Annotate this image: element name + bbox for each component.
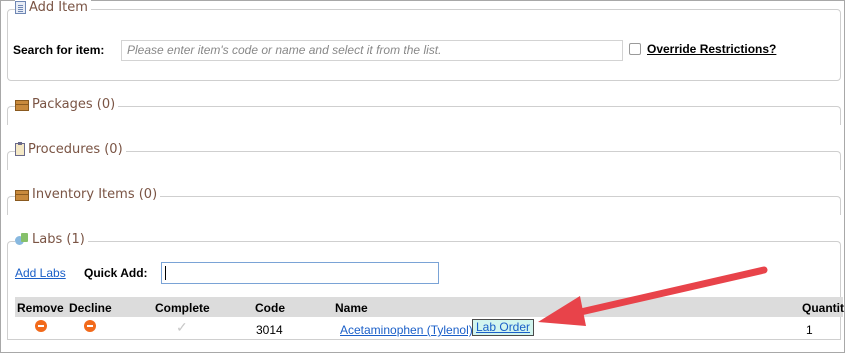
- add-labs-link[interactable]: Add Labs: [15, 266, 66, 280]
- header-decline: Decline: [69, 301, 112, 315]
- packages-legend[interactable]: Packages (0): [15, 97, 119, 112]
- header-name: Name: [335, 301, 368, 315]
- package-icon: [15, 99, 29, 111]
- quick-add-input[interactable]: [161, 262, 439, 284]
- labs-title: Labs (1): [32, 232, 85, 247]
- inventory-legend[interactable]: Inventory Items (0): [15, 187, 161, 202]
- inventory-icon: [15, 189, 29, 201]
- labs-icon: [15, 233, 29, 246]
- clipboard-icon: [15, 142, 25, 156]
- search-input[interactable]: Please enter item's code or name and sel…: [121, 40, 623, 61]
- labs-table-header: Remove Decline Complete Code Name Quanti…: [15, 297, 844, 317]
- override-restrictions-link[interactable]: Override Restrictions?: [647, 42, 776, 56]
- packages-section[interactable]: Packages (0): [7, 97, 841, 125]
- header-complete: Complete: [155, 301, 210, 315]
- override-restrictions-checkbox[interactable]: [629, 43, 641, 55]
- packages-title: Packages (0): [32, 97, 116, 112]
- search-label: Search for item:: [13, 43, 105, 57]
- labs-bottom-divider: [7, 339, 841, 340]
- remove-icon[interactable]: [35, 320, 47, 332]
- inventory-title: Inventory Items (0): [32, 187, 158, 202]
- quick-add-label: Quick Add:: [84, 266, 148, 280]
- procedures-section[interactable]: Procedures (0): [7, 142, 841, 170]
- lab-order-link[interactable]: Lab Order: [472, 319, 535, 336]
- text-cursor: [165, 266, 166, 280]
- inventory-section[interactable]: Inventory Items (0): [7, 187, 841, 215]
- row-quantity: 1: [806, 323, 813, 337]
- document-icon: [15, 1, 26, 14]
- procedures-legend[interactable]: Procedures (0): [15, 142, 126, 157]
- header-remove: Remove: [17, 301, 64, 315]
- complete-check-icon[interactable]: ✓: [176, 319, 188, 336]
- add-item-legend: Add Item: [15, 0, 91, 15]
- add-item-title: Add Item: [29, 0, 88, 15]
- row-code: 3014: [256, 323, 283, 337]
- row-name-link[interactable]: Acetaminophen (Tylenol): [340, 323, 473, 337]
- header-quantity: Quantit: [802, 301, 844, 315]
- header-code: Code: [255, 301, 285, 315]
- decline-icon[interactable]: [84, 320, 96, 332]
- procedures-title: Procedures (0): [28, 142, 123, 157]
- labs-legend[interactable]: Labs (1): [15, 232, 88, 247]
